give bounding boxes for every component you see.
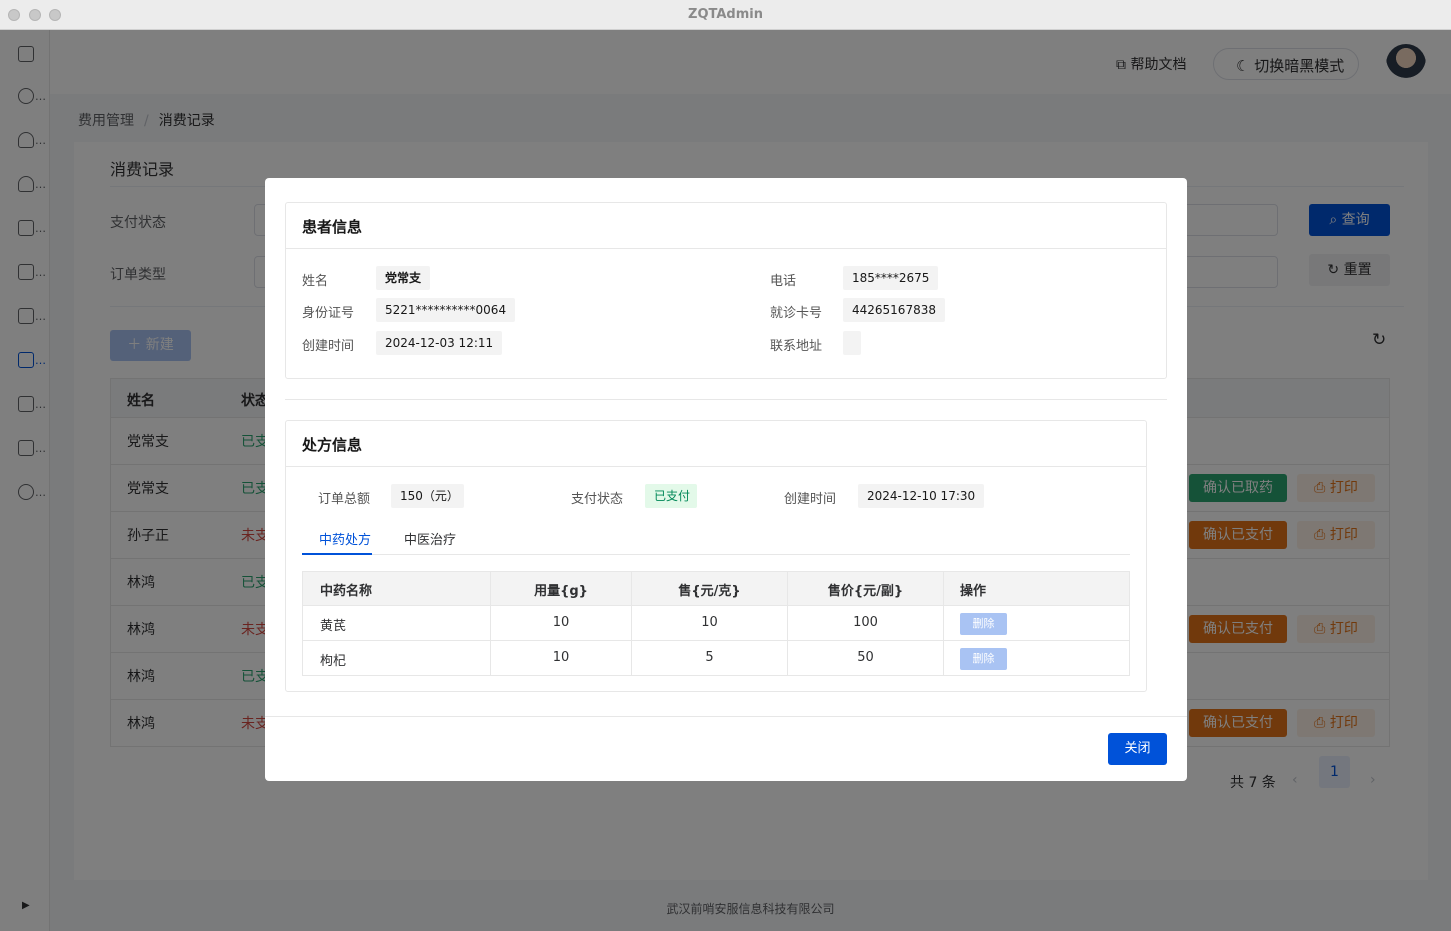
detail-dialog: 患者信息 姓名 党常支 电话 185****2675 身份证号 5221****… — [265, 178, 1187, 781]
pay-status-label: 支付状态 — [571, 492, 624, 507]
herb-actions: 删除 — [943, 606, 1129, 640]
active-tab-indicator — [302, 553, 372, 555]
herb-amount: 10 — [490, 606, 631, 640]
prescription-title: 处方信息 — [302, 436, 363, 454]
herb-table-header: 中药名称 用量{g} 售{元/克} 售价{元/副} 操作 — [303, 572, 1129, 605]
tab-herbal-prescription[interactable]: 中药处方 — [319, 529, 371, 548]
column-header: 售价{元/副} — [787, 572, 943, 605]
created-label: 创建时间 — [302, 339, 355, 354]
order-total-value: 150（元） — [391, 484, 464, 508]
prescription-created-value: 2024-12-10 17:30 — [858, 484, 985, 508]
table-row: 黄芪 10 10 100 删除 — [303, 605, 1129, 640]
herb-amount: 10 — [490, 641, 631, 675]
order-total-label: 订单总额 — [318, 492, 371, 507]
herb-name: 黄芪 — [320, 619, 347, 634]
column-header: 售{元/克} — [631, 572, 787, 605]
herb-price: 50 — [787, 641, 943, 675]
id-number-value: 5221**********0064 — [376, 298, 516, 322]
patient-info-panel: 患者信息 姓名 党常支 电话 185****2675 身份证号 5221****… — [285, 202, 1167, 379]
window-titlebar: ZQTAdmin — [0, 0, 1451, 30]
prescription-created-label: 创建时间 — [784, 492, 837, 507]
window-title: ZQTAdmin — [688, 7, 763, 22]
herb-price: 100 — [787, 606, 943, 640]
herb-table: 中药名称 用量{g} 售{元/克} 售价{元/副} 操作 黄芪 10 10 10… — [302, 571, 1130, 676]
prescription-panel: 处方信息 订单总额 150（元） 支付状态 已支付 创建时间 2024-12-1… — [285, 420, 1147, 692]
pay-status-badge: 已支付 — [645, 484, 697, 508]
card-number-label: 就诊卡号 — [770, 306, 823, 321]
card-number-value: 44265167838 — [843, 298, 945, 322]
table-row: 枸杞 10 5 50 删除 — [303, 640, 1129, 675]
address-value — [843, 331, 861, 355]
name-label: 姓名 — [302, 274, 329, 289]
phone-label: 电话 — [770, 274, 797, 289]
tab-tcm-treatment[interactable]: 中医治疗 — [404, 529, 456, 548]
herb-unit-price: 5 — [631, 641, 787, 675]
column-header: 用量{g} — [490, 572, 631, 605]
address-label: 联系地址 — [770, 339, 823, 354]
patient-info-title: 患者信息 — [302, 218, 363, 236]
delete-button[interactable]: 删除 — [960, 648, 1007, 670]
close-button[interactable]: 关闭 — [1108, 733, 1167, 765]
column-header: 中药名称 — [320, 584, 373, 599]
herb-name: 枸杞 — [320, 654, 347, 669]
name-value: 党常支 — [376, 266, 431, 290]
column-header: 操作 — [943, 572, 1129, 605]
herb-actions: 删除 — [943, 641, 1129, 675]
prescription-tabs: 中药处方 中医治疗 — [302, 525, 1130, 555]
delete-button[interactable]: 删除 — [960, 613, 1007, 635]
herb-unit-price: 10 — [631, 606, 787, 640]
id-number-label: 身份证号 — [302, 306, 355, 321]
phone-value: 185****2675 — [843, 266, 939, 290]
created-value: 2024-12-03 12:11 — [376, 331, 503, 355]
